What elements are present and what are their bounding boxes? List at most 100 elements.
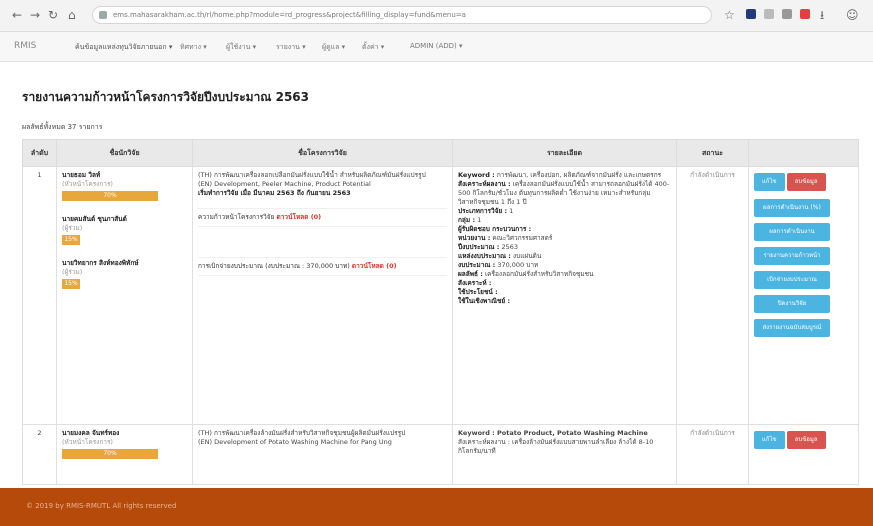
title-en: (EN) Development of Potato Washing Machi… — [198, 438, 392, 446]
researcher-name[interactable]: นายวิทยากร สิงห์ทองพิทักษ์ — [62, 259, 187, 268]
app-navbar: RMIS ค้นข้อมูลแหล่งทุนวิจัยภายนอก ▾ ทิศท… — [0, 32, 873, 62]
progress-report-button[interactable]: รายงานความก้าวหน้า — [754, 247, 830, 265]
detail-line: ประเภทการวิจัย : 1 — [458, 207, 514, 215]
researchers-cell: นายมงคล จันทร์ทอง (หัวหน้าโครงการ) 70% — [56, 424, 193, 485]
final-report-button[interactable]: ส่งรายงานฉบับสมบูรณ์ — [754, 319, 830, 337]
detail-line: ผู้รับผิดชอบ กระบวนการ : — [458, 225, 532, 233]
progress-label: ความก้าวหน้าโครงการวิจัย — [198, 213, 275, 221]
researcher-role: (ผู้ร่วม) — [62, 224, 83, 232]
researcher: นายคมสันต์ ชุนภาสันต์ (ผู้ร่วม) 15% — [62, 215, 187, 245]
menu-item[interactable]: ตั้งค่า ▾ — [362, 42, 384, 53]
project-cell: (TH) การพัฒนาเครื่องล้างมันฝรั่งสำหรับวิ… — [192, 424, 453, 485]
detail-line: ปีงบประมาณ : 2563 — [458, 243, 518, 251]
close-project-button[interactable]: ปิดงานวิจัย — [754, 295, 830, 313]
report-table: ลำดับ ชื่อนักวิจัย ชื่อโครงการวิจัย รายล… — [22, 139, 859, 485]
extension-icon[interactable] — [782, 9, 792, 19]
researcher: นายธอม วิลท์ (หัวหน้าโครงการ) 70% — [62, 171, 187, 201]
result-percent-button[interactable]: ผลการดำเนินงาน (%) — [754, 199, 830, 217]
title-th: (TH) การพัฒนาเครื่องลอกเปลือกมันฝรั่งแบบ… — [198, 171, 426, 179]
status-cell: กำลังดำเนินการ — [676, 424, 749, 485]
detail-line: Keyword : การพัฒนา, เครื่องปอก, ผลิตภัณฑ… — [458, 171, 662, 179]
status-cell: กำลังดำเนินการ — [676, 166, 749, 425]
menu-item[interactable]: ค้นข้อมูลแหล่งทุนวิจัยภายนอก ▾ — [75, 42, 172, 53]
detail-line: ผลลัพธ์ : เครื่องลอกมันฝรั่งสำหรับวิสาหก… — [458, 270, 594, 278]
lock-icon — [99, 11, 107, 19]
col-header — [748, 139, 859, 167]
budget-line: การเบิกจ่ายงบประมาณ (งบประมาณ : 370,000 … — [198, 257, 447, 276]
table-header: ลำดับ ชื่อนักวิจัย ชื่อโครงการวิจัย รายล… — [22, 139, 859, 167]
detail-cell: Keyword : การพัฒนา, เครื่องปอก, ผลิตภัณฑ… — [452, 166, 677, 425]
row-number: 1 — [22, 166, 57, 425]
reload-icon[interactable]: ↻ — [48, 8, 58, 22]
col-header: ลำดับ — [22, 139, 57, 167]
table-row: 1 นายธอม วิลท์ (หัวหน้าโครงการ) 70% นายค… — [22, 166, 859, 425]
col-header: ชื่อโครงการวิจัย — [192, 139, 453, 167]
page-title: รายงานความก้าวหน้าโครงการวิจัยปีงบประมาณ… — [22, 90, 310, 104]
extension-icon[interactable] — [746, 9, 756, 19]
researcher-name[interactable]: นายคมสันต์ ชุนภาสันต์ — [62, 215, 187, 224]
detail-line: กลุ่ม : 1 — [458, 216, 482, 224]
menu-item[interactable]: ทิศทาง ▾ — [180, 42, 207, 53]
edit-button[interactable]: แก้ไข — [754, 431, 785, 449]
extension-icon[interactable] — [800, 9, 810, 19]
share-bar: 70% — [62, 191, 158, 201]
researcher-role: (หัวหน้าโครงการ) — [62, 180, 113, 188]
profile-icon[interactable]: ☺ — [846, 8, 859, 22]
detail-line: ใช้ประโยชน์ : — [458, 288, 498, 296]
project-period: เริ่มทำการวิจัย เมื่อ มีนาคม 2563 ถึง กั… — [198, 189, 351, 197]
col-header: ชื่อนักวิจัย — [56, 139, 193, 167]
back-icon[interactable]: ← — [12, 8, 22, 22]
share-bar: 70% — [62, 449, 158, 459]
researcher-name[interactable]: นายมงคล จันทร์ทอง — [62, 429, 187, 438]
col-header: สถานะ — [676, 139, 749, 167]
row-number: 2 — [22, 424, 57, 485]
detail-line: แหล่งงบประมาณ : งบแผ่นดิน — [458, 252, 542, 260]
detail-line: งบประมาณ : 370,000 บาท — [458, 261, 539, 269]
title-en: (EN) Development, Peeler Machine, Produc… — [198, 180, 371, 188]
browser-toolbar: ← → ↻ ⌂ ems.mahasarakham.ac.th/rl/home.p… — [0, 0, 873, 32]
detail-line: Keyword : Potato Product, Potato Washing… — [458, 429, 648, 437]
budget-download-link[interactable]: ดาวน์โหลด (0) — [352, 262, 397, 270]
researcher: นายวิทยากร สิงห์ทองพิทักษ์ (ผู้ร่วม) 15% — [62, 259, 187, 289]
menu-item[interactable]: ผู้ใช้งาน ▾ — [226, 42, 256, 53]
detail-cell: Keyword : Potato Product, Potato Washing… — [452, 424, 677, 485]
brand[interactable]: RMIS — [14, 41, 36, 51]
footer: © 2019 by RMIS-RMUTL All rights reserved — [0, 488, 873, 526]
detail-line: สังเคราะห์ : — [458, 279, 492, 287]
researcher-role: (หัวหน้าโครงการ) — [62, 438, 113, 446]
detail-line: สังเคราะห์ผลงาน : เครื่องล้างมันฝรั่งแบบ… — [458, 438, 654, 455]
edit-button[interactable]: แก้ไข — [754, 173, 785, 191]
address-bar[interactable]: ems.mahasarakham.ac.th/rl/home.php?modul… — [92, 6, 712, 24]
result-count: ผลลัพธ์ทั้งหมด 37 รายการ — [22, 123, 103, 131]
researcher-name[interactable]: นายธอม วิลท์ — [62, 171, 187, 180]
footer-text: © 2019 by RMIS-RMUTL All rights reserved — [26, 502, 177, 510]
detail-line: ใช้ในเชิงพาณิชย์ : — [458, 297, 511, 305]
home-icon[interactable]: ⌂ — [68, 8, 76, 22]
col-header: รายละเอียด — [452, 139, 677, 167]
progress-download-link[interactable]: ดาวน์โหลด (0) — [276, 213, 321, 221]
project-cell: (TH) การพัฒนาเครื่องลอกเปลือกมันฝรั่งแบบ… — [192, 166, 453, 425]
actions-cell: แก้ไข ลบข้อมูล ผลการดำเนินงาน (%) ผลการด… — [748, 166, 859, 425]
forward-icon[interactable]: → — [30, 8, 40, 22]
menu-item[interactable]: ผู้ดูแล ▾ — [322, 42, 345, 53]
budget-label: การเบิกจ่ายงบประมาณ (งบประมาณ : 370,000 … — [198, 262, 350, 270]
delete-button[interactable]: ลบข้อมูล — [786, 431, 826, 449]
title-th: (TH) การพัฒนาเครื่องล้างมันฝรั่งสำหรับวิ… — [198, 429, 406, 437]
url-text: ems.mahasarakham.ac.th/rl/home.php?modul… — [113, 11, 466, 19]
download-icon[interactable]: ⭳ — [820, 8, 824, 22]
menu-item[interactable]: ADMIN (ADD) ▾ — [410, 42, 463, 50]
researchers-cell: นายธอม วิลท์ (หัวหน้าโครงการ) 70% นายคมส… — [56, 166, 193, 425]
researcher-role: (ผู้ร่วม) — [62, 268, 83, 276]
delete-button[interactable]: ลบข้อมูล — [786, 173, 826, 191]
menu-item[interactable]: รายงาน ▾ — [276, 42, 306, 53]
budget-button[interactable]: เบิกจ่ายงบประมาณ — [754, 271, 830, 289]
table-row: 2 นายมงคล จันทร์ทอง (หัวหน้าโครงการ) 70%… — [22, 424, 859, 485]
detail-line: หน่วยงาน : คณะวิศวกรรมศาสตร์ — [458, 234, 553, 242]
extension-icon[interactable] — [764, 9, 774, 19]
share-bar: 15% — [62, 279, 80, 289]
result-button[interactable]: ผลการดำเนินงาน — [754, 223, 830, 241]
star-icon[interactable]: ☆ — [724, 8, 735, 22]
progress-line: ความก้าวหน้าโครงการวิจัย ดาวน์โหลด (0) — [198, 208, 447, 227]
actions-cell: แก้ไข ลบข้อมูล — [748, 424, 859, 485]
detail-line: สังเคราะห์ผลงาน : เครื่องลอกมันฝรั่งแบบใ… — [458, 180, 670, 206]
